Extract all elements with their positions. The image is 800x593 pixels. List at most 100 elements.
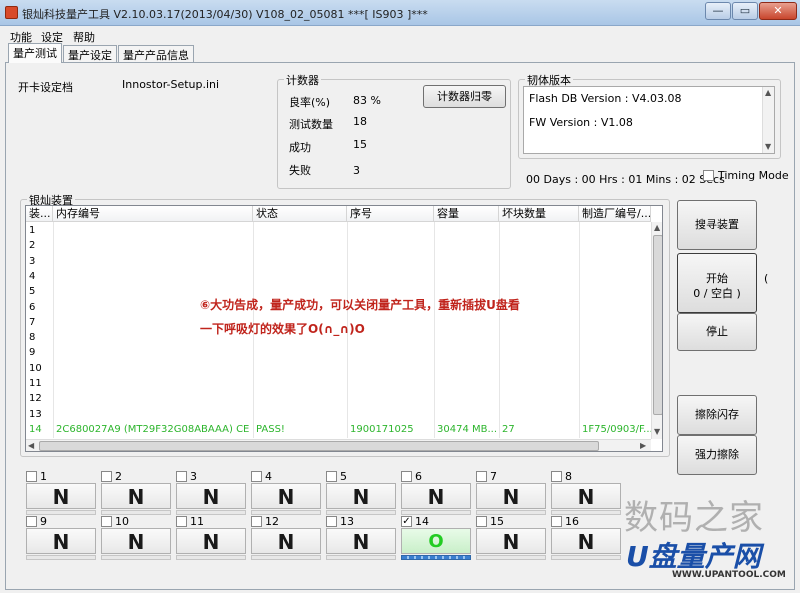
port-checkbox[interactable] (326, 516, 337, 527)
erase-flash-button[interactable]: 擦除闪存 (677, 395, 757, 435)
port-checkbox[interactable] (326, 471, 337, 482)
port-checkbox[interactable] (551, 471, 562, 482)
port-status-none[interactable]: N (476, 483, 546, 509)
timing-mode-checkbox[interactable] (703, 170, 714, 181)
row-number: 9 (29, 347, 36, 359)
port-status-none[interactable]: N (101, 528, 171, 554)
port-progress-bar (551, 510, 621, 515)
table-row[interactable]: 9 (26, 345, 651, 360)
port-checkbox[interactable]: ✓ (401, 516, 412, 527)
scroll-up-arrow-icon[interactable]: ▲ (765, 88, 771, 97)
port-status-none[interactable]: N (476, 528, 546, 554)
table-row[interactable]: 1 (26, 223, 651, 238)
row-number: 1 (29, 225, 36, 236)
tutorial-annotation-line2: 一下呼吸灯的效果了O(∩_∩)O (200, 322, 365, 336)
port-status-none[interactable]: N (176, 483, 246, 509)
minimize-button[interactable]: — (705, 2, 731, 20)
port-checkbox[interactable] (401, 471, 412, 482)
port-checkbox[interactable] (101, 516, 112, 527)
port-checkbox[interactable] (551, 516, 562, 527)
table-row[interactable]: 3 (26, 254, 651, 269)
device-list-vertical-scrollbar[interactable]: ▲ ▼ (651, 222, 662, 439)
port-status-none[interactable]: N (326, 483, 396, 509)
port-status-none[interactable]: N (251, 528, 321, 554)
col-header-bad-blocks[interactable]: 坏块数量 (499, 206, 579, 222)
table-row[interactable]: 12 (26, 391, 651, 406)
table-row[interactable]: 13 (26, 407, 651, 422)
port-checkbox[interactable] (251, 516, 262, 527)
port-status-none[interactable]: N (551, 528, 621, 554)
tested-value: 18 (353, 115, 367, 128)
close-button[interactable]: ✕ (759, 2, 797, 20)
port-number: 10 (115, 515, 129, 528)
port-checkbox[interactable] (251, 471, 262, 482)
row-number: 14 (29, 423, 42, 435)
scroll-down-arrow-icon[interactable]: ▼ (765, 142, 771, 151)
fail-label: 失败 (289, 164, 311, 177)
tab-product-info[interactable]: 量产产品信息 (118, 45, 194, 63)
menu-help[interactable]: 帮助 (73, 29, 95, 45)
col-header-port[interactable]: 装... (26, 206, 53, 222)
port-status-none[interactable]: N (326, 528, 396, 554)
scroll-up-arrow-icon[interactable]: ▲ (654, 223, 660, 232)
device-list-horizontal-scrollbar[interactable]: ◀ ▶ (26, 439, 651, 451)
port-status-none[interactable]: N (26, 483, 96, 509)
port-checkbox[interactable] (101, 471, 112, 482)
maximize-button[interactable]: ▭ (732, 2, 758, 20)
port-6: 6N (401, 470, 471, 515)
horizontal-scroll-thumb[interactable] (39, 441, 599, 451)
table-row[interactable]: 10 (26, 361, 651, 376)
status-cell: PASS! (256, 423, 285, 435)
reset-counter-button[interactable]: 计数器归零 (423, 85, 506, 108)
port-checkbox[interactable] (26, 516, 37, 527)
table-row-14-pass[interactable]: 14 2C680027A9 (MT29F32G08ABAAA) CE : 4 P… (26, 422, 651, 437)
port-status-none[interactable]: N (551, 483, 621, 509)
start-button[interactable]: 开始 0 / 空白 ) (677, 253, 757, 313)
col-header-capacity[interactable]: 容量 (434, 206, 499, 222)
port-progress-bar (176, 555, 246, 560)
port-number: 14 (415, 515, 429, 528)
port-progress-bar (326, 555, 396, 560)
col-header-vendor-id[interactable]: 制造厂编号/... (579, 206, 651, 222)
port-status-none[interactable]: N (101, 483, 171, 509)
port-status-none[interactable]: N (176, 528, 246, 554)
table-row[interactable]: 2 (26, 238, 651, 253)
force-erase-button[interactable]: 强力擦除 (677, 435, 757, 475)
firmware-scrollbar[interactable]: ▲ ▼ (762, 87, 774, 153)
port-checkbox[interactable] (176, 516, 187, 527)
scroll-right-arrow-icon[interactable]: ▶ (640, 441, 646, 450)
col-header-serial[interactable]: 序号 (347, 206, 434, 222)
port-10: 10 N (101, 515, 171, 560)
port-checkbox[interactable] (476, 516, 487, 527)
port-progress-bar (176, 510, 246, 515)
port-checkbox[interactable] (26, 471, 37, 482)
port-checkbox[interactable] (476, 471, 487, 482)
vertical-scroll-thumb[interactable] (653, 235, 662, 415)
tab-production-test[interactable]: 量产测试 (8, 43, 62, 63)
port-status-none[interactable]: N (26, 528, 96, 554)
scroll-left-arrow-icon[interactable]: ◀ (28, 441, 34, 450)
port-number: 5 (340, 470, 347, 483)
table-row[interactable]: 11 (26, 376, 651, 391)
scroll-down-arrow-icon[interactable]: ▼ (654, 427, 660, 436)
port-status-none[interactable]: N (401, 483, 471, 509)
col-header-status[interactable]: 状态 (253, 206, 347, 222)
port-number: 16 (565, 515, 579, 528)
port-checkbox[interactable] (176, 471, 187, 482)
port-15: 15 N (476, 515, 546, 560)
tab-production-settings[interactable]: 量产设定 (63, 45, 117, 63)
port-status-pass[interactable]: O (401, 528, 471, 554)
table-row[interactable]: 4 (26, 269, 651, 284)
port-status-none[interactable]: N (251, 483, 321, 509)
yield-value: 83 % (353, 94, 381, 107)
port-13: 13 N (326, 515, 396, 560)
stop-button[interactable]: 停止 (677, 313, 757, 351)
port-number: 9 (40, 515, 47, 528)
col-header-memory-id[interactable]: 内存编号 (53, 206, 253, 222)
port-8: 8N (551, 470, 621, 515)
port-9: 9N (26, 515, 96, 560)
port-3: 3N (176, 470, 246, 515)
port-progress-bar (326, 510, 396, 515)
search-devices-button[interactable]: 搜寻装置 (677, 200, 757, 250)
setup-file-value: Innostor-Setup.ini (122, 78, 220, 91)
